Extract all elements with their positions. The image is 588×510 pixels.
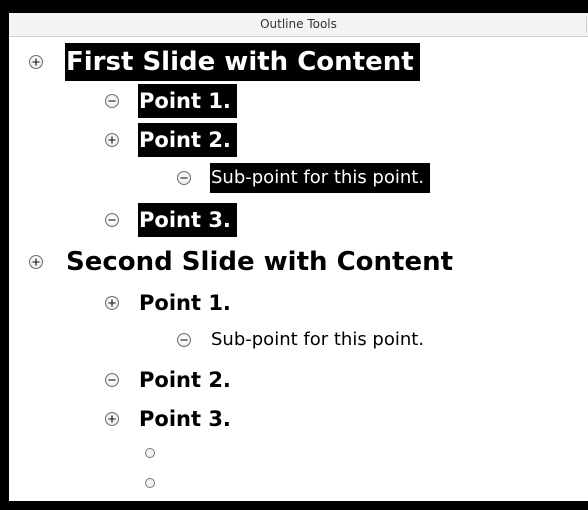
- outline-row[interactable]: Point 3.: [9, 203, 588, 237]
- slide-title[interactable]: First Slide with Content: [65, 43, 420, 81]
- bullet-point[interactable]: Point 1.: [138, 84, 237, 118]
- toolbar-divider: [586, 17, 587, 33]
- empty-bullet-icon[interactable]: [145, 478, 155, 488]
- empty-bullet-icon[interactable]: [145, 448, 155, 458]
- outline-toolbar: Outline Tools: [9, 13, 588, 37]
- outline-row[interactable]: [9, 468, 588, 498]
- bullet-point[interactable]: Point 2.: [138, 363, 237, 397]
- outline-row[interactable]: First Slide with Content: [9, 43, 588, 81]
- toolbar-title: Outline Tools: [260, 17, 337, 31]
- outline-window: Outline Tools First Slide with Content Po…: [9, 13, 588, 501]
- outline-row[interactable]: Point 1.: [9, 286, 588, 320]
- bullet-point[interactable]: Point 2.: [138, 123, 237, 157]
- outline-row[interactable]: Second Slide with Content: [9, 243, 588, 281]
- bullet-point[interactable]: Point 3.: [138, 203, 237, 237]
- outline-row[interactable]: Point 1.: [9, 84, 588, 118]
- outline-row[interactable]: [9, 438, 588, 468]
- bullet-point[interactable]: Point 1.: [138, 286, 237, 320]
- minus-circle-icon[interactable]: [177, 333, 191, 347]
- outline-row[interactable]: Sub-point for this point.: [9, 325, 588, 355]
- minus-circle-icon[interactable]: [105, 94, 119, 108]
- outline-tree: First Slide with Content Point 1. Point 2.…: [9, 37, 588, 501]
- plus-circle-icon[interactable]: [105, 133, 119, 147]
- minus-circle-icon[interactable]: [105, 213, 119, 227]
- sub-point[interactable]: Sub-point for this point.: [210, 163, 431, 193]
- sub-point[interactable]: Sub-point for this point.: [210, 325, 430, 355]
- outline-row[interactable]: Point 3.: [9, 402, 588, 436]
- slide-title[interactable]: Second Slide with Content: [65, 243, 459, 281]
- minus-circle-icon[interactable]: [177, 171, 191, 185]
- plus-circle-icon[interactable]: [29, 55, 43, 69]
- outline-row[interactable]: Sub-point for this point.: [9, 163, 588, 193]
- plus-circle-icon[interactable]: [29, 255, 43, 269]
- plus-circle-icon[interactable]: [105, 296, 119, 310]
- minus-circle-icon[interactable]: [105, 373, 119, 387]
- outline-row[interactable]: Point 2.: [9, 363, 588, 397]
- outline-row[interactable]: Point 2.: [9, 123, 588, 157]
- plus-circle-icon[interactable]: [105, 412, 119, 426]
- bullet-point[interactable]: Point 3.: [138, 402, 237, 436]
